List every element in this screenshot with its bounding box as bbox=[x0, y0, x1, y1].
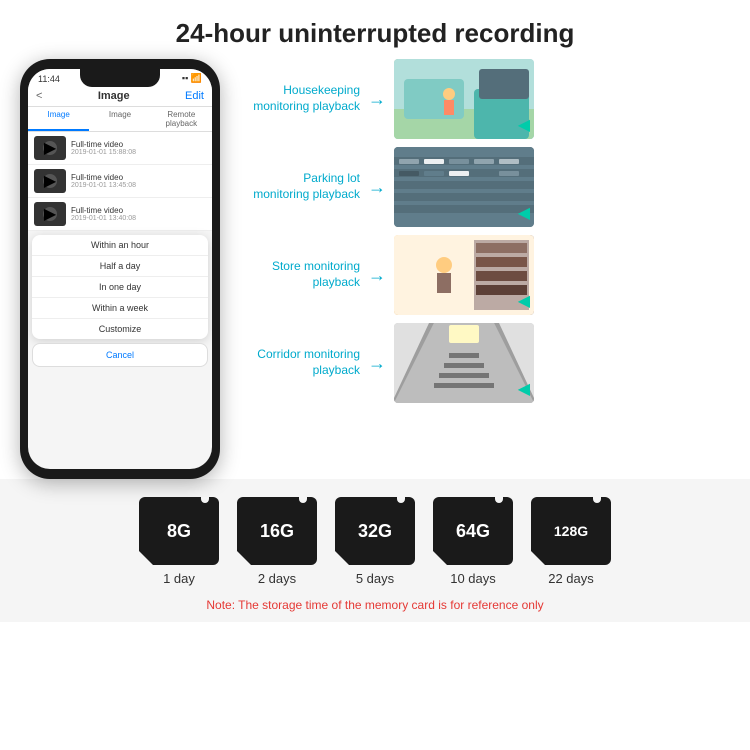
phone-container: 11:44 ▪▪ 📶 < Image Edit Image Image Remo… bbox=[10, 59, 230, 479]
arrow-icon-parking: → bbox=[368, 177, 386, 198]
phone-list: ▶ Full-time video 2019-01-01 15:88:08 ▶ … bbox=[28, 132, 212, 231]
phone-tab-remote[interactable]: Remote playback bbox=[151, 107, 212, 131]
main-content: 11:44 ▪▪ 📶 < Image Edit Image Image Remo… bbox=[0, 59, 750, 479]
sd-card-8g: 8G bbox=[139, 497, 219, 565]
video-thumb-2: ▶ bbox=[34, 169, 66, 193]
monitoring-item-parking: Parking lotmonitoring playback → bbox=[240, 147, 740, 227]
sd-card-label-16g: 16G bbox=[260, 521, 294, 542]
phone-edit-btn[interactable]: Edit bbox=[185, 90, 204, 102]
video-thumb-3: ▶ bbox=[34, 202, 66, 226]
list-item-title-2: Full-time video bbox=[71, 173, 206, 182]
phone-time: 11:44 bbox=[38, 74, 60, 84]
storage-days-8g: 1 day bbox=[163, 571, 195, 586]
phone-cancel-btn[interactable]: Cancel bbox=[32, 343, 208, 367]
storage-cards: 8G 1 day 16G 2 days 32G 5 days 64G 10 da… bbox=[10, 497, 740, 586]
phone-screen: 11:44 ▪▪ 📶 < Image Edit Image Image Remo… bbox=[28, 69, 212, 469]
storage-card-32g: 32G 5 days bbox=[335, 497, 415, 586]
dropdown-item-week[interactable]: Within a week bbox=[32, 298, 208, 319]
monitoring-item-housekeeping: Housekeepingmonitoring playback → ◀ bbox=[240, 59, 740, 139]
phone-tab-image[interactable]: Image bbox=[28, 107, 89, 131]
monitoring-img-corridor: ◀ bbox=[394, 323, 534, 403]
list-item-sub-2: 2019-01-01 13:45:08 bbox=[71, 182, 206, 189]
parking-svg bbox=[394, 147, 534, 227]
monitoring-img-store: ◀ bbox=[394, 235, 534, 315]
corner-arrow-corridor: ◀ bbox=[518, 379, 530, 399]
phone-icons: ▪▪ 📶 bbox=[182, 73, 202, 84]
sd-card-notch bbox=[397, 497, 405, 503]
page-title: 24-hour uninterrupted recording bbox=[0, 0, 750, 59]
list-item-text-1: Full-time video 2019-01-01 15:88:08 bbox=[71, 140, 206, 156]
storage-days-128g: 22 days bbox=[548, 571, 594, 586]
dropdown-item-half[interactable]: Half a day bbox=[32, 256, 208, 277]
phone-dropdown: Within an hour Half a day In one day Wit… bbox=[32, 235, 208, 339]
housekeeping-svg bbox=[394, 59, 534, 139]
list-item-sub-3: 2019-01-01 13:40:08 bbox=[71, 215, 206, 222]
phone-header-title: Image bbox=[98, 90, 130, 102]
phone-header: < Image Edit bbox=[28, 86, 212, 107]
corridor-svg bbox=[394, 323, 534, 403]
sd-card-label-64g: 64G bbox=[456, 521, 490, 542]
corner-arrow-parking: ◀ bbox=[518, 203, 530, 223]
phone-tabs: Image Image Remote playback bbox=[28, 107, 212, 132]
dropdown-item-custom[interactable]: Customize bbox=[32, 319, 208, 339]
phone-tab-image2[interactable]: Image bbox=[89, 107, 150, 131]
list-item[interactable]: ▶ Full-time video 2019-01-01 13:40:08 bbox=[28, 198, 212, 231]
list-item-text-3: Full-time video 2019-01-01 13:40:08 bbox=[71, 206, 206, 222]
sd-card-notch bbox=[593, 497, 601, 503]
monitoring-item-corridor: Corridor monitoringplayback → bbox=[240, 323, 740, 403]
monitoring-label-corridor: Corridor monitoringplayback bbox=[240, 347, 360, 378]
storage-card-16g: 16G 2 days bbox=[237, 497, 317, 586]
list-item-title-1: Full-time video bbox=[71, 140, 206, 149]
list-item-sub-1: 2019-01-01 15:88:08 bbox=[71, 149, 206, 156]
dropdown-item-hour[interactable]: Within an hour bbox=[32, 235, 208, 256]
storage-card-64g: 64G 10 days bbox=[433, 497, 513, 586]
arrow-icon-housekeeping: → bbox=[368, 89, 386, 110]
list-item[interactable]: ▶ Full-time video 2019-01-01 13:45:08 bbox=[28, 165, 212, 198]
phone-back-btn[interactable]: < bbox=[36, 90, 42, 102]
corner-arrow-store: ◀ bbox=[518, 291, 530, 311]
sd-card-notch bbox=[201, 497, 209, 503]
storage-section: 8G 1 day 16G 2 days 32G 5 days 64G 10 da… bbox=[0, 479, 750, 622]
right-panel: Housekeepingmonitoring playback → ◀ bbox=[240, 59, 740, 403]
play-icon: ▶ bbox=[43, 207, 57, 221]
storage-card-128g: 128G 22 days bbox=[531, 497, 611, 586]
sd-card-notch bbox=[495, 497, 503, 503]
monitoring-item-store: Store monitoringplayback → ◀ bbox=[240, 235, 740, 315]
corner-arrow-housekeeping: ◀ bbox=[518, 115, 530, 135]
monitoring-label-parking: Parking lotmonitoring playback bbox=[240, 171, 360, 202]
storage-days-64g: 10 days bbox=[450, 571, 496, 586]
monitoring-img-housekeeping: ◀ bbox=[394, 59, 534, 139]
storage-card-8g: 8G 1 day bbox=[139, 497, 219, 586]
dropdown-item-day[interactable]: In one day bbox=[32, 277, 208, 298]
sd-card-label-128g: 128G bbox=[554, 523, 588, 539]
list-item-text-2: Full-time video 2019-01-01 13:45:08 bbox=[71, 173, 206, 189]
sd-card-notch bbox=[299, 497, 307, 503]
sd-card-64g: 64G bbox=[433, 497, 513, 565]
storage-note: Note: The storage time of the memory car… bbox=[10, 596, 740, 612]
play-icon: ▶ bbox=[43, 141, 57, 155]
sd-card-128g: 128G bbox=[531, 497, 611, 565]
sd-card-label-8g: 8G bbox=[167, 521, 191, 542]
arrow-icon-store: → bbox=[368, 265, 386, 286]
store-svg bbox=[394, 235, 534, 315]
sd-card-32g: 32G bbox=[335, 497, 415, 565]
arrow-icon-corridor: → bbox=[368, 353, 386, 374]
storage-days-16g: 2 days bbox=[258, 571, 296, 586]
play-icon: ▶ bbox=[43, 174, 57, 188]
sd-card-label-32g: 32G bbox=[358, 521, 392, 542]
sd-card-16g: 16G bbox=[237, 497, 317, 565]
list-item-title-3: Full-time video bbox=[71, 206, 206, 215]
video-thumb-1: ▶ bbox=[34, 136, 66, 160]
monitoring-img-parking: ◀ bbox=[394, 147, 534, 227]
monitoring-label-store: Store monitoringplayback bbox=[240, 259, 360, 290]
list-item[interactable]: ▶ Full-time video 2019-01-01 15:88:08 bbox=[28, 132, 212, 165]
monitoring-label-housekeeping: Housekeepingmonitoring playback bbox=[240, 83, 360, 114]
storage-days-32g: 5 days bbox=[356, 571, 394, 586]
phone-notch bbox=[80, 69, 160, 87]
phone-mockup: 11:44 ▪▪ 📶 < Image Edit Image Image Remo… bbox=[20, 59, 220, 479]
